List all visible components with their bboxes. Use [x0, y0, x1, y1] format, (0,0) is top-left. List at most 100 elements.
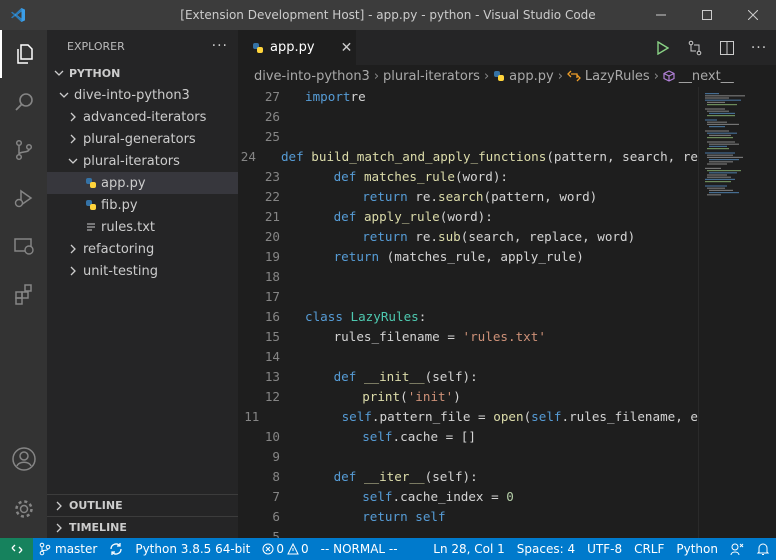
- code-line: 13 def __init__(self):: [238, 367, 698, 387]
- code-line: 24 def build_match_and_apply_functions(pa…: [238, 147, 698, 167]
- minimap-line: [707, 194, 721, 196]
- breadcrumb-method[interactable]: __next__: [679, 69, 734, 84]
- tree-file[interactable]: fib.py: [47, 194, 238, 216]
- line-source: rules_filename = 'rules.txt': [333, 329, 546, 344]
- line-ending[interactable]: CRLF: [628, 538, 670, 560]
- file-tree: dive-into-python3 advanced-iterators plura…: [47, 84, 238, 282]
- split-editor-icon[interactable]: [718, 39, 736, 57]
- maximize-button[interactable]: [684, 0, 730, 30]
- close-window-button[interactable]: [730, 0, 776, 30]
- chevron-down-icon: [51, 68, 67, 78]
- open-changes-icon[interactable]: [686, 39, 704, 57]
- line-number: 8: [272, 469, 280, 484]
- code-line: 15 rules_filename = 'rules.txt': [238, 327, 698, 347]
- outline-section-header[interactable]: OUTLINE: [47, 494, 238, 516]
- settings-gear-icon[interactable]: [0, 485, 47, 533]
- minimap-line: [709, 192, 739, 194]
- sync-icon[interactable]: [103, 538, 129, 560]
- tab-app-py[interactable]: app.py ✕: [238, 30, 356, 65]
- chevron-right-icon: ›: [653, 68, 659, 84]
- tree-item-label: unit-testing: [83, 263, 158, 279]
- cursor-position[interactable]: Ln 28, Col 1: [427, 538, 511, 560]
- remote-indicator-icon[interactable]: [0, 538, 33, 560]
- code-line: 17: [238, 287, 698, 307]
- tree-item-label: rules.txt: [101, 219, 155, 235]
- python-file-icon: [493, 70, 505, 82]
- workspace-section-header[interactable]: PYTHON: [47, 62, 238, 84]
- tree-file[interactable]: rules.txt: [47, 216, 238, 238]
- extensions-icon[interactable]: [0, 270, 47, 318]
- indentation[interactable]: Spaces: 4: [511, 538, 581, 560]
- minimap-line: [709, 172, 737, 174]
- breadcrumb-folder[interactable]: plural-iterators: [383, 69, 480, 84]
- run-file-icon[interactable]: [654, 39, 672, 57]
- code-line: 18: [238, 267, 698, 287]
- breadcrumb-folder[interactable]: dive-into-python3: [254, 69, 370, 84]
- minimap-line: [709, 126, 725, 128]
- chevron-right-icon: [51, 501, 67, 511]
- line-source: print('init'): [362, 389, 461, 404]
- more-editor-actions-icon[interactable]: ···: [750, 39, 768, 57]
- editor-tabs: app.py ✕ ···: [238, 30, 776, 65]
- branch-status[interactable]: master: [33, 538, 103, 560]
- feedback-icon[interactable]: [724, 538, 750, 560]
- code-editor[interactable]: 27 importre 26 25 24 def build_match_and_appl…: [238, 87, 698, 538]
- line-number: 15: [264, 329, 280, 344]
- code-line: 12 print('init'): [238, 387, 698, 407]
- account-icon[interactable]: [0, 435, 47, 483]
- tree-file[interactable]: app.py: [47, 172, 238, 194]
- minimap-line: [707, 121, 727, 123]
- breadcrumb-file[interactable]: app.py: [509, 69, 554, 84]
- line-source: def __iter__(self):: [333, 469, 478, 484]
- editor-area: app.py ✕ ··· dive-into-python3 › plural-…: [238, 30, 776, 538]
- error-count: 0: [276, 542, 284, 556]
- warning-count: 0: [300, 542, 309, 556]
- source-control-icon[interactable]: [0, 126, 47, 174]
- line-source: return re.sub(search, replace, word): [362, 229, 636, 244]
- python-file-icon: [83, 199, 99, 211]
- minimap-line: [707, 163, 727, 165]
- python-interpreter[interactable]: Python 3.8.5 64-bit: [129, 538, 256, 560]
- tree-folder[interactable]: advanced-iterators: [47, 106, 238, 128]
- tree-item-label: plural-generators: [83, 131, 196, 147]
- run-debug-icon[interactable]: [0, 174, 47, 222]
- tree-folder[interactable]: refactoring: [47, 238, 238, 260]
- tree-folder[interactable]: plural-iterators: [47, 150, 238, 172]
- chevron-down-icon: [65, 156, 81, 166]
- line-source: importre: [305, 89, 366, 104]
- code-line: 26: [238, 107, 698, 127]
- code-line: 6 return self: [238, 507, 698, 527]
- code-line: 23 def matches_rule(word):: [238, 167, 698, 187]
- minimap-line: [705, 185, 727, 187]
- notifications-bell-icon[interactable]: [750, 538, 776, 560]
- close-tab-icon[interactable]: ✕: [341, 40, 353, 56]
- line-number: 10: [264, 429, 280, 444]
- minimize-button[interactable]: [638, 0, 684, 30]
- minimap[interactable]: [698, 87, 776, 538]
- outline-label: OUTLINE: [69, 499, 123, 512]
- breadcrumb-class[interactable]: LazyRules: [585, 69, 650, 84]
- minimap-line: [707, 187, 725, 189]
- tree-folder[interactable]: dive-into-python3: [47, 84, 238, 106]
- line-number: 26: [264, 109, 280, 124]
- more-actions-button[interactable]: ···: [212, 38, 228, 54]
- line-number: 5: [272, 529, 280, 538]
- minimap-line: [707, 156, 743, 158]
- title-bar: [Extension Development Host] - app.py - …: [0, 0, 776, 30]
- line-number: 21: [264, 209, 280, 224]
- problems-status[interactable]: 0 0: [256, 538, 314, 560]
- tree-folder[interactable]: unit-testing: [47, 260, 238, 282]
- minimap-line: [707, 123, 739, 125]
- minimap-line: [705, 130, 729, 132]
- tree-item-label: refactoring: [83, 241, 155, 257]
- encoding[interactable]: UTF-8: [581, 538, 628, 560]
- language-mode[interactable]: Python: [670, 538, 724, 560]
- vscode-logo-icon: [0, 0, 35, 30]
- tree-folder[interactable]: plural-generators: [47, 128, 238, 150]
- search-icon[interactable]: [0, 78, 47, 126]
- remote-explorer-icon[interactable]: [0, 222, 47, 270]
- status-bar: master Python 3.8.5 64-bit 0 0 -- NORMAL…: [0, 538, 776, 560]
- minimap-line: [707, 101, 725, 103]
- timeline-section-header[interactable]: TIMELINE: [47, 516, 238, 538]
- explorer-icon[interactable]: [0, 30, 47, 78]
